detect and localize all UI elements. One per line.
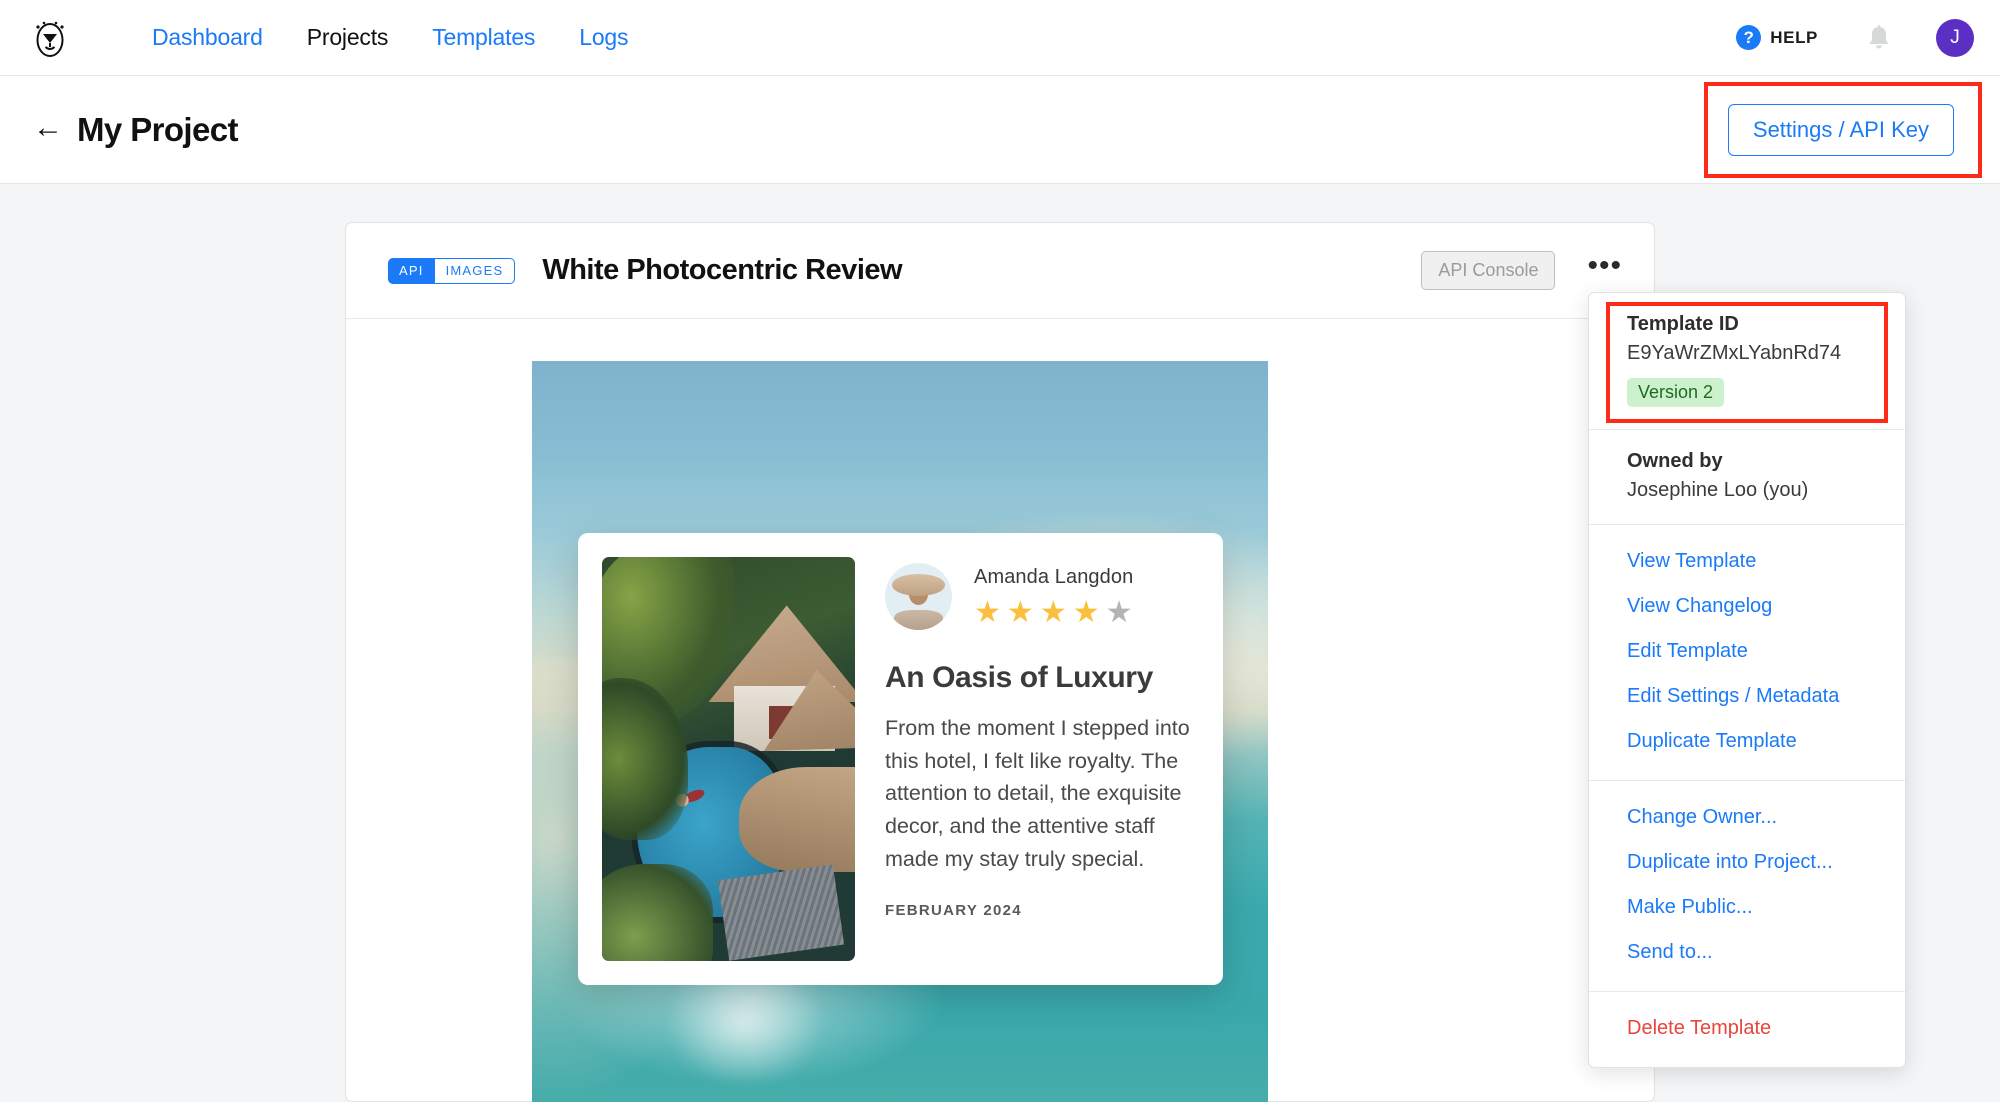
reviewer-header: Amanda Langdon ★ ★ ★ ★ ★ bbox=[885, 563, 1199, 630]
menu-item-make-public[interactable]: Make Public... bbox=[1627, 885, 1867, 930]
nav-link-logs[interactable]: Logs bbox=[557, 24, 650, 51]
egg-mascot-logo-icon[interactable] bbox=[28, 16, 72, 60]
hero-background-image: Amanda Langdon ★ ★ ★ ★ ★ An Oasis of Lux… bbox=[532, 361, 1268, 1102]
thatched-roof-3 bbox=[738, 767, 855, 873]
star-icon-1: ★ bbox=[974, 595, 1001, 629]
star-icon-2: ★ bbox=[1006, 595, 1034, 629]
nav-link-templates[interactable]: Templates bbox=[410, 24, 557, 51]
template-id-label: Template ID bbox=[1627, 313, 1739, 335]
template-title: White Photocentric Review bbox=[542, 254, 903, 286]
user-avatar[interactable]: J bbox=[1936, 18, 1974, 57]
settings-api-key-wrapper: Settings / API Key bbox=[1703, 81, 1982, 178]
nav-link-dashboard[interactable]: Dashboard bbox=[130, 24, 285, 51]
nav-link-projects[interactable]: Projects bbox=[285, 24, 410, 51]
star-icon-5: ★ bbox=[1105, 595, 1133, 629]
template-id-value: E9YaWrZMxLYabnRd74 bbox=[1627, 342, 1842, 364]
template-preview-area: Amanda Langdon ★ ★ ★ ★ ★ An Oasis of Lux… bbox=[346, 319, 1654, 1102]
menu-item-send-to[interactable]: Send to... bbox=[1627, 930, 1867, 975]
menu-item-view-changelog[interactable]: View Changelog bbox=[1627, 584, 1867, 629]
api-images-badge[interactable]: API IMAGES bbox=[388, 257, 516, 284]
star-rating: ★ ★ ★ ★ ★ bbox=[974, 595, 1133, 629]
avatar-hat bbox=[891, 573, 946, 597]
menu-group-danger: Delete Template bbox=[1589, 992, 1905, 1067]
menu-item-change-owner[interactable]: Change Owner... bbox=[1627, 795, 1867, 840]
avatar-body bbox=[894, 609, 943, 630]
menu-item-duplicate-into-project[interactable]: Duplicate into Project... bbox=[1627, 840, 1867, 885]
settings-api-key-button[interactable]: Settings / API Key bbox=[1727, 103, 1954, 156]
menu-group-ownership-actions: Change Owner... Duplicate into Project..… bbox=[1589, 781, 1905, 992]
review-date: FEBRUARY 2024 bbox=[885, 902, 1022, 920]
more-options-icon[interactable]: ••• bbox=[1581, 251, 1628, 283]
template-card: API IMAGES White Photocentric Review API… bbox=[345, 222, 1655, 1102]
template-id-section: Template ID E9YaWrZMxLYabnRd74 Version 2 bbox=[1589, 293, 1905, 430]
star-icon-3: ★ bbox=[1039, 595, 1067, 629]
template-options-dropdown: Template ID E9YaWrZMxLYabnRd74 Version 2… bbox=[1588, 292, 1906, 1068]
question-mark-circle-icon: ? bbox=[1736, 25, 1762, 50]
owned-by-section: Owned by Josephine Loo (you) bbox=[1589, 430, 1905, 525]
menu-item-duplicate-template[interactable]: Duplicate Template bbox=[1627, 719, 1867, 764]
project-header-bar: ← My Project Settings / API Key bbox=[0, 76, 2000, 184]
badge-api-label: API bbox=[388, 257, 435, 284]
owned-by-value: Josephine Loo (you) bbox=[1627, 479, 1809, 501]
review-text-column: Amanda Langdon ★ ★ ★ ★ ★ An Oasis of Lux… bbox=[885, 557, 1199, 961]
page-title: My Project bbox=[77, 110, 238, 148]
resort-pool-photo bbox=[602, 557, 855, 961]
help-label: HELP bbox=[1770, 27, 1818, 47]
review-headline: An Oasis of Luxury bbox=[885, 661, 1153, 694]
help-button[interactable]: ? HELP bbox=[1736, 25, 1818, 50]
back-arrow-icon[interactable]: ← bbox=[33, 113, 63, 143]
menu-item-view-template[interactable]: View Template bbox=[1627, 539, 1867, 584]
menu-item-edit-settings-metadata[interactable]: Edit Settings / Metadata bbox=[1627, 674, 1867, 719]
api-console-button[interactable]: API Console bbox=[1421, 251, 1556, 290]
wooden-deck bbox=[718, 864, 845, 961]
menu-item-edit-template[interactable]: Edit Template bbox=[1627, 629, 1867, 674]
review-body-text: From the moment I stepped into this hote… bbox=[885, 716, 1190, 871]
leaf-foliage-bottom bbox=[602, 864, 714, 961]
menu-group-template-actions: View Template View Changelog Edit Templa… bbox=[1589, 525, 1905, 781]
badge-images-label: IMAGES bbox=[434, 257, 516, 284]
owned-by-label: Owned by bbox=[1627, 450, 1723, 472]
card-header-actions: API Console ••• bbox=[1421, 251, 1628, 290]
star-icon-4: ★ bbox=[1072, 595, 1100, 629]
notification-bell-icon[interactable] bbox=[1866, 24, 1892, 52]
menu-item-delete-template[interactable]: Delete Template bbox=[1627, 1006, 1867, 1051]
review-card: Amanda Langdon ★ ★ ★ ★ ★ An Oasis of Lux… bbox=[578, 533, 1223, 985]
nav-right-cluster: ? HELP J bbox=[1736, 18, 1974, 57]
version-badge: Version 2 bbox=[1627, 378, 1725, 407]
main-nav-links: Dashboard Projects Templates Logs bbox=[130, 24, 650, 51]
reviewer-avatar bbox=[885, 563, 952, 630]
reviewer-meta: Amanda Langdon ★ ★ ★ ★ ★ bbox=[974, 566, 1133, 628]
template-card-header: API IMAGES White Photocentric Review API… bbox=[346, 223, 1654, 319]
reviewer-name: Amanda Langdon bbox=[974, 565, 1134, 588]
top-navigation-bar: Dashboard Projects Templates Logs ? HELP… bbox=[0, 0, 2000, 76]
